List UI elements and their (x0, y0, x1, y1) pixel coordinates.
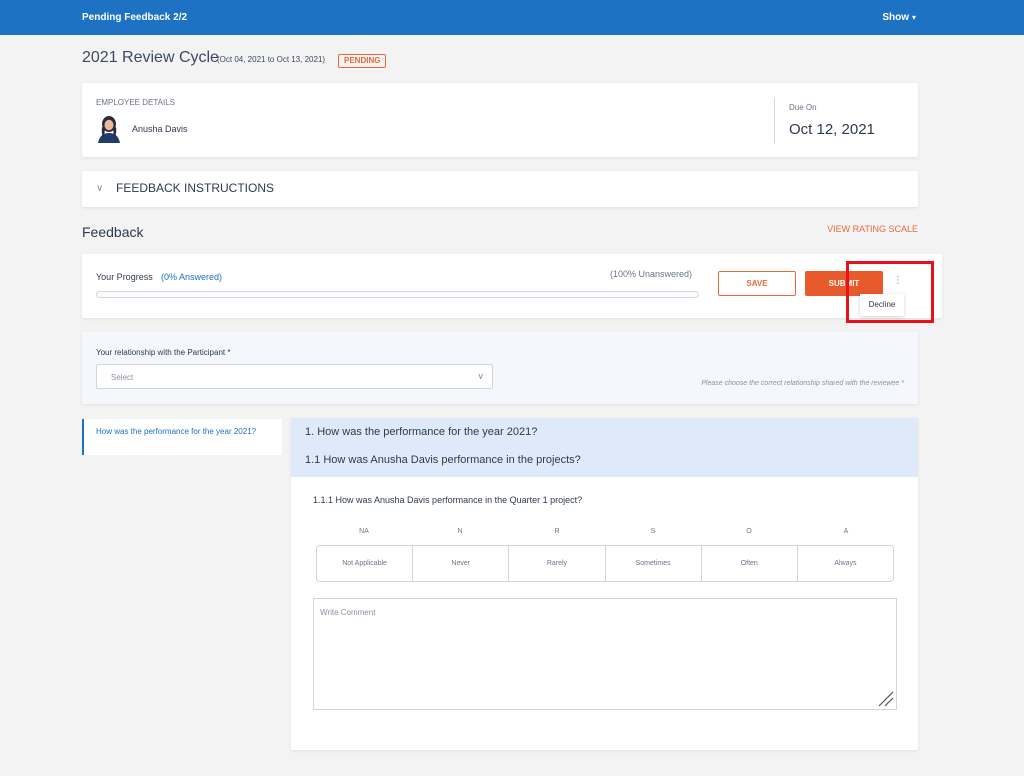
employee-details-label: EMPLOYEE DETAILS (96, 98, 175, 107)
progress-card: Your Progress (0% Answered) (100% Unansw… (82, 254, 942, 318)
progress-label: Your Progress (96, 272, 153, 282)
employee-details-card: EMPLOYEE DETAILS Anusha Davis Due On Oct… (82, 83, 918, 157)
comment-placeholder: Write Comment (320, 608, 376, 617)
due-on-label: Due On (789, 103, 817, 112)
progress-answered: (0% Answered) (161, 272, 223, 282)
question-nav-item[interactable]: How was the performance for the year 202… (82, 419, 282, 455)
progress-bar (96, 291, 699, 298)
chevron-down-icon: ∨ (96, 183, 104, 194)
feedback-instructions-label: FEEDBACK INSTRUCTIONS (116, 181, 275, 195)
rating-option-often[interactable]: Often (702, 546, 798, 581)
divider (774, 98, 775, 143)
employee-name: Anusha Davis (132, 124, 188, 134)
progress-unanswered: (100% Unanswered) (610, 269, 693, 279)
chevron-down-icon: ∨ (477, 371, 484, 381)
question-header: 1. How was the performance for the year … (291, 418, 918, 477)
show-label: Show (882, 12, 909, 23)
view-rating-scale-link[interactable]: VIEW RATING SCALE (827, 224, 918, 234)
top-bar: Pending Feedback 2/2 Show ▾ (0, 0, 1024, 35)
relationship-select-value: Select (111, 373, 134, 382)
scale-abbr: O (746, 528, 752, 535)
feedback-heading: Feedback (82, 224, 144, 240)
question-title: 1. How was the performance for the year … (305, 426, 538, 438)
scale-abbr: N (457, 528, 463, 535)
status-badge: PENDING (338, 54, 387, 68)
avatar (98, 116, 120, 143)
scale-abbr: S (650, 528, 656, 535)
show-dropdown[interactable]: Show ▾ (882, 12, 916, 23)
rating-option-sometimes[interactable]: Sometimes (606, 546, 702, 581)
chevron-down-icon: ▾ (911, 13, 916, 22)
relationship-select[interactable]: Select ∨ (96, 364, 493, 389)
question-text: 1.1.1 How was Anusha Davis performance i… (313, 495, 583, 505)
question-nav-label: How was the performance for the year 202… (96, 427, 257, 436)
rating-option-not-applicable[interactable]: Not Applicable (317, 546, 414, 581)
review-cycle-dates: (Oct 04, 2021 to Oct 13, 2021) (217, 55, 326, 64)
question-subtitle: 1.1 How was Anusha Davis performance in … (305, 454, 581, 466)
scale-abbr: A (843, 528, 849, 535)
resize-handle-icon[interactable] (876, 689, 894, 707)
save-button[interactable]: SAVE (718, 271, 796, 296)
review-cycle-title: 2021 Review Cycle (82, 49, 219, 66)
pending-feedback-title: Pending Feedback 2/2 (82, 12, 188, 23)
comment-field[interactable]: Write Comment (313, 598, 897, 710)
due-date: Oct 12, 2021 (789, 121, 875, 138)
rating-option-always[interactable]: Always (798, 546, 893, 581)
scale-abbr: R (554, 528, 560, 535)
scale-abbr: NA (359, 528, 369, 535)
rating-option-never[interactable]: Never (413, 546, 510, 581)
highlight-box (846, 261, 934, 323)
relationship-hint: Please choose the correct relationship s… (701, 380, 904, 387)
rating-option-rarely[interactable]: Rarely (509, 546, 606, 581)
relationship-card: Your relationship with the Participant *… (82, 332, 918, 404)
question-card: 1. How was the performance for the year … (291, 418, 918, 750)
rating-scale: Not Applicable Never Rarely Sometimes Of… (316, 545, 894, 582)
relationship-label: Your relationship with the Participant * (96, 348, 231, 357)
feedback-instructions-toggle[interactable]: ∨ FEEDBACK INSTRUCTIONS (82, 171, 918, 207)
